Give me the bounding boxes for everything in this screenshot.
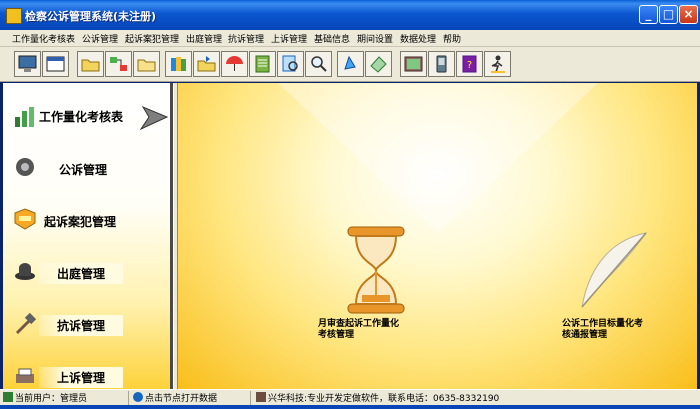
disc-icon [16, 158, 34, 176]
close-button[interactable]: × [679, 5, 698, 24]
hammer-icon [15, 313, 37, 335]
monitor-icon[interactable] [14, 51, 41, 77]
hourglass-icon [347, 226, 405, 314]
sidebar-item-prosecuted-criminals[interactable]: 起诉案犯管理 [3, 201, 170, 241]
menu-basic-info[interactable]: 基础信息 [314, 32, 350, 45]
menu-court-appearance[interactable]: 出庭管理 [186, 32, 222, 45]
entry-label-line1: 月审查起诉工作量化 [318, 319, 400, 329]
status-bar: 当前用户：管理员 点击节点打开数据 兴华科技:专业开发定做软件，联系电话：063… [0, 389, 700, 406]
entry-target-quantification[interactable]: 公诉工作目标量化考 核通报管理 [558, 229, 694, 345]
menu-work-quantification[interactable]: 工作量化考核表 [12, 32, 75, 45]
status-separator [128, 391, 129, 405]
bell-icon[interactable] [337, 51, 364, 77]
sidebar-item-label: 出庭管理 [39, 263, 124, 284]
menu-help[interactable]: 帮助 [443, 32, 461, 45]
sidebar-item-appeal[interactable]: 上诉管理 [3, 359, 170, 389]
search-document-icon[interactable] [277, 51, 304, 77]
status-hint: 点击节点打开数据 [133, 392, 217, 404]
badge-icon [14, 208, 36, 230]
navigation-pane: 工作量化考核表 公诉管理 起诉案犯管理 出庭管理 抗诉管理 上诉管理 [3, 83, 173, 389]
window-frame-bottom [0, 405, 700, 409]
folder-open-icon[interactable] [133, 51, 160, 77]
help-book-icon[interactable]: ? [456, 51, 483, 77]
sidebar-item-protest[interactable]: 抗诉管理 [3, 307, 170, 347]
sidebar-item-label: 公诉管理 [59, 163, 108, 177]
entry-label-line2: 核通报管理 [562, 330, 608, 340]
title-bar[interactable]: 检察公诉管理系统(未注册) _ □ × [0, 0, 700, 30]
feather-icon [581, 232, 648, 308]
arrow-right-icon [139, 105, 169, 131]
menu-period-settings[interactable]: 期间设置 [357, 32, 393, 45]
status-separator [250, 391, 251, 405]
folder-icon[interactable] [77, 51, 104, 77]
sidebar-item-public-prosecution[interactable]: 公诉管理 [3, 149, 170, 189]
tag-icon[interactable] [365, 51, 392, 77]
network-icon[interactable] [105, 51, 132, 77]
magnifier-icon[interactable] [305, 51, 332, 77]
user-icon [3, 392, 13, 402]
hat-icon [15, 263, 35, 280]
minimize-button[interactable]: _ [639, 5, 658, 24]
notebook-icon[interactable] [249, 51, 276, 77]
palm-device-icon[interactable] [428, 51, 455, 77]
status-user: 当前用户：管理员 [3, 392, 87, 404]
entry-monthly-review[interactable]: 月审查起诉工作量化 考核管理 [314, 223, 454, 343]
menu-appeal[interactable]: 上诉管理 [271, 32, 307, 45]
maximize-button[interactable]: □ [659, 5, 678, 24]
menu-data-processing[interactable]: 数据处理 [400, 32, 436, 45]
menu-protest[interactable]: 抗诉管理 [228, 32, 264, 45]
window-title: 检察公诉管理系统(未注册) [25, 10, 157, 23]
svg-text:?: ? [467, 60, 472, 71]
status-vendor: 兴华科技:专业开发定做软件，联系电话：0635-8332190 [256, 392, 499, 404]
folder-transfer-icon[interactable] [193, 51, 220, 77]
entry-label-line2: 考核管理 [318, 330, 355, 340]
toolbar: ? [0, 47, 700, 82]
sidebar-item-label: 上诉管理 [39, 367, 124, 388]
picture-icon[interactable] [400, 51, 427, 77]
vendor-icon [256, 392, 266, 402]
sidebar-item-work-quantification[interactable]: 工作量化考核表 [3, 97, 170, 137]
info-icon [133, 392, 143, 402]
exit-person-icon[interactable] [484, 51, 511, 77]
printer-icon [16, 368, 34, 383]
menu-prosecuted-criminals[interactable]: 起诉案犯管理 [125, 32, 179, 45]
sidebar-item-label: 抗诉管理 [39, 315, 124, 336]
books-icon[interactable] [165, 51, 192, 77]
menu-bar: 工作量化考核表 公诉管理 起诉案犯管理 出庭管理 抗诉管理 上诉管理 基础信息 … [0, 30, 700, 47]
umbrella-icon[interactable] [221, 51, 248, 77]
menu-public-prosecution[interactable]: 公诉管理 [82, 32, 118, 45]
sidebar-item-label: 工作量化考核表 [39, 110, 124, 124]
app-icon [6, 8, 22, 24]
sidebar-item-label: 起诉案犯管理 [44, 215, 117, 229]
main-content-area: 月审查起诉工作量化 考核管理 公诉工作目标量化考 核通报管理 [178, 83, 697, 389]
bar-chart-icon [15, 107, 34, 127]
entry-label-line1: 公诉工作目标量化考 [562, 319, 644, 329]
window-icon[interactable] [42, 51, 69, 77]
sidebar-item-court-appearance[interactable]: 出庭管理 [3, 255, 170, 295]
